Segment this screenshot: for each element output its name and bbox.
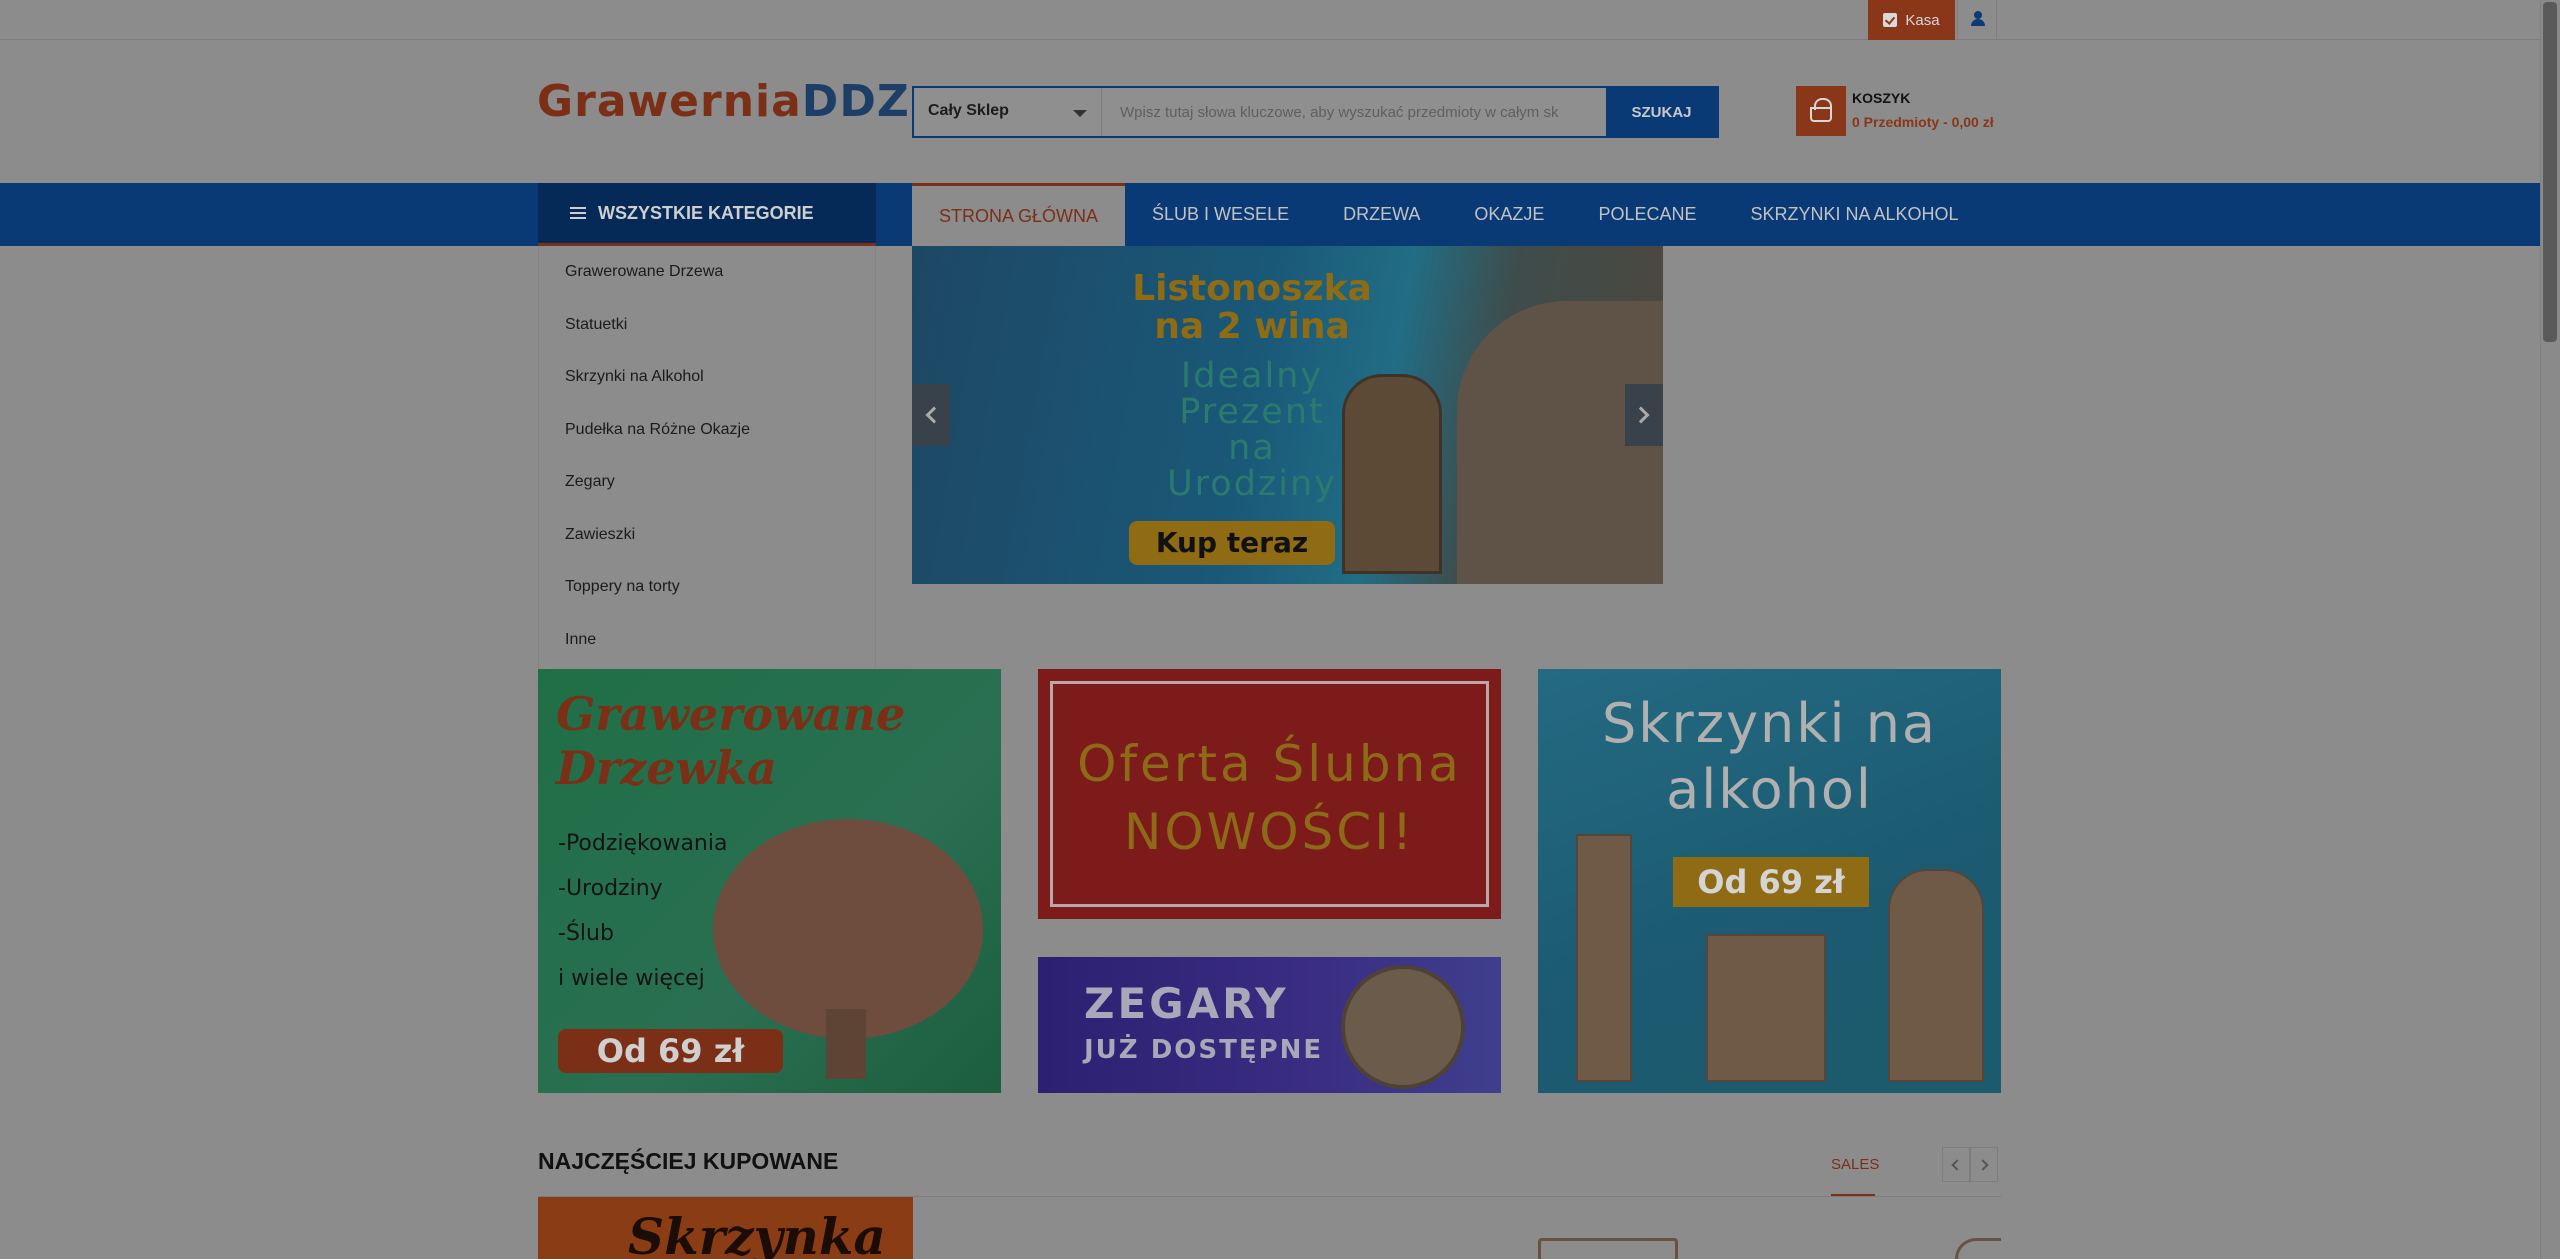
cart-summary: 0 Przedmioty - 0,00 zł [1852, 114, 1994, 130]
search-button[interactable]: SZUKAJ [1606, 88, 1717, 136]
banner-line: i wiele więcej [558, 966, 705, 991]
chevron-left-icon [925, 406, 943, 424]
category-sidebar: Grawerowane Drzewa Statuetki Skrzynki na… [538, 246, 876, 668]
banner-price: Od 69 zł [1673, 857, 1869, 907]
scrollbar-thumb[interactable] [2543, 2, 2557, 342]
section-title: NAJCZĘŚCIEJ KUPOWANE [538, 1148, 839, 1174]
box-image [1888, 869, 1984, 1082]
wine-box-image [1342, 374, 1442, 574]
tree-image [713, 819, 983, 1039]
all-categories-toggle[interactable]: WSZYSTKIE KATEGORIE [538, 183, 876, 246]
sidebar-item-cake-toppers[interactable]: Toppery na torty [539, 561, 875, 614]
sidebar-item-engraved-trees[interactable]: Grawerowane Drzewa [539, 246, 875, 299]
checkbox-icon [1883, 13, 1898, 27]
chevron-left-icon [1951, 1159, 1963, 1171]
chevron-right-icon [1977, 1159, 1989, 1171]
banner-line: -Ślub [558, 921, 614, 946]
banner-title: Oferta Ślubna [1077, 735, 1462, 793]
sidebar-item-statuettes[interactable]: Statuetki [539, 299, 875, 352]
checkout-button[interactable]: Kasa [1868, 0, 1955, 40]
product-card-image[interactable] [1538, 1238, 1678, 1259]
banner-engraved-trees[interactable]: Grawerowane Drzewka -Podziękowania -Urodz… [538, 669, 1001, 1093]
menu-item-home[interactable]: STRONA GŁÓWNA [912, 183, 1126, 246]
sidebar-item-gift-boxes[interactable]: Pudełka na Różne Okazje [539, 404, 875, 457]
menu-item-wedding[interactable]: ŚLUB I WESELE [1125, 183, 1316, 246]
sidebar-item-pendants[interactable]: Zawieszki [539, 509, 875, 562]
sidebar-item-other[interactable]: Inne [539, 614, 875, 667]
search-input[interactable] [1102, 88, 1606, 136]
checkout-label: Kasa [1905, 11, 1940, 29]
cart-title: KOSZYK [1852, 90, 1911, 106]
banner-line: -Urodziny [558, 876, 663, 901]
sidebar-item-alcohol-boxes[interactable]: Skrzynki na Alkohol [539, 351, 875, 404]
product-card-image[interactable]: Skrzynka [538, 1197, 913, 1259]
product-card-image[interactable] [1955, 1238, 2001, 1259]
banner-clocks[interactable]: ZEGARY JUŻ DOSTĘPNE [1038, 957, 1501, 1093]
banner-subtitle: NOWOŚCI! [1124, 803, 1415, 861]
chevron-down-icon [1073, 110, 1087, 117]
sidebar-item-clocks[interactable]: Zegary [539, 456, 875, 509]
search-category-select[interactable]: Cały Sklep [914, 88, 1102, 136]
basket-icon [1810, 97, 1832, 122]
menu-item-alcohol-boxes[interactable]: SKRZYNKI NA ALKOHOL [1723, 183, 1985, 246]
slider-prev-button[interactable] [912, 384, 950, 446]
user-icon [1974, 11, 1982, 19]
slide-title: Listonoszka na 2 wina [1132, 268, 1372, 347]
menu-icon [570, 207, 586, 219]
box-image [1576, 834, 1632, 1082]
search-form: Cały Sklep SZUKAJ [912, 86, 1719, 138]
account-button[interactable] [1957, 0, 1997, 40]
product-image-text: Skrzynka [628, 1207, 886, 1259]
banner-alcohol-boxes[interactable]: Skrzynki na alkohol Od 69 zł [1538, 669, 2001, 1093]
site-logo[interactable]: GrawerniaDDZ [537, 76, 910, 127]
menu-item-occasions[interactable]: OKAZJE [1447, 183, 1571, 246]
banner-price: Od 69 zł [558, 1029, 783, 1073]
clock-image [1341, 965, 1465, 1089]
main-menu: STRONA GŁÓWNA ŚLUB I WESELE DRZEWA OKAZJ… [912, 183, 1986, 246]
tab-sales[interactable]: SALES [1831, 1156, 1879, 1173]
slider-next-button[interactable] [1625, 384, 1663, 446]
banner-line: -Podziękowania [558, 831, 728, 856]
banner-title: Skrzynki na alkohol [1601, 692, 1938, 821]
cart-icon-box [1796, 86, 1846, 136]
products-next-button[interactable] [1970, 1147, 1998, 1182]
banner-subtitle: JUŻ DOSTĘPNE [1084, 1035, 1324, 1065]
menu-item-trees[interactable]: DRZEWA [1316, 183, 1447, 246]
cart-widget[interactable]: KOSZYK 0 Przedmioty - 0,00 zł [1796, 86, 2006, 138]
banner-title: Grawerowane Drzewka [556, 687, 906, 795]
banner-wedding-offer[interactable]: Oferta Ślubna NOWOŚCI! [1038, 669, 1501, 919]
chevron-right-icon [1632, 406, 1650, 424]
slide-cta-button[interactable]: Kup teraz [1129, 521, 1335, 565]
products-prev-button[interactable] [1942, 1147, 1970, 1182]
box-image [1706, 934, 1826, 1082]
menu-item-recommended[interactable]: POLECANE [1571, 183, 1723, 246]
hero-slider[interactable]: Listonoszka na 2 wina Idealny Prezent na Uro… [912, 246, 1663, 584]
banner-title: ZEGARY [1084, 979, 1289, 1028]
top-bar [0, 0, 2540, 40]
